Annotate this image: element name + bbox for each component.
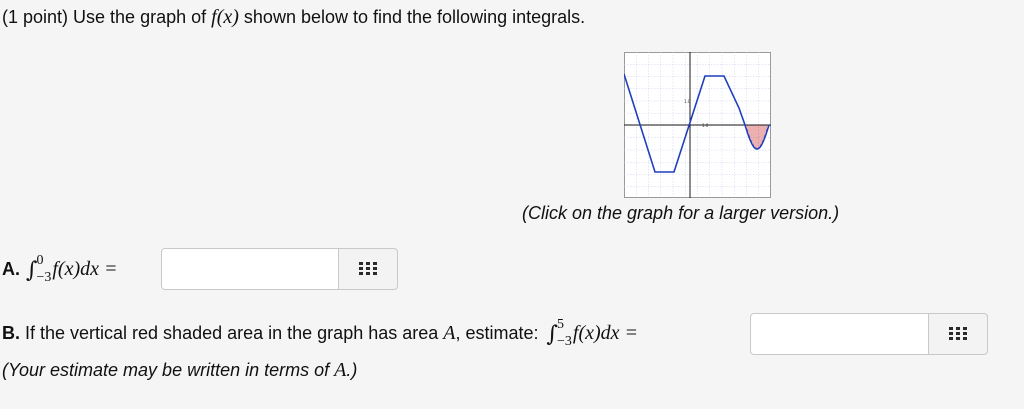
answer-a-input[interactable] [161,248,350,290]
part-a-prompt: A. ∫ 0 −3 f(x)dx = [2,249,118,289]
lower-limit: −3 [36,270,52,285]
graph-tick-label-axis: 1.0 [702,123,709,128]
part-b-label: B. [2,322,20,343]
question-title: (1 point) Use the graph of f(x) shown be… [2,6,585,29]
lower-limit: −3 [556,334,572,349]
part-a-label: A. [2,258,20,279]
question-title-text: (1 point) Use the graph of [2,7,207,27]
answer-b-input[interactable] [750,313,940,355]
part-b-text: If the vertical red shaded area in the g… [25,322,439,343]
answer-b-palette-button[interactable] [928,313,988,355]
part-b-prompt: B. If the vertical red shaded area in th… [2,313,638,353]
estimate-note-close: .) [346,360,358,380]
integral-limits: 0 −3 [36,253,52,285]
question-title-rest: shown below to find the following integr… [243,7,586,27]
upper-limit: 5 [556,317,564,332]
graph-tick-label-upper: 1.0 [684,99,691,104]
integrand: f(x)dx = [572,321,639,344]
graph-thumbnail: 1.0 1.0 [624,52,771,198]
upper-limit: 0 [36,253,44,268]
part-b-text-after: , estimate: [455,322,539,343]
estimate-note-text: (Your estimate may be written in terms o… [2,360,330,380]
grid-palette-icon [359,262,377,275]
estimate-note: (Your estimate may be written in terms o… [2,359,357,382]
estimate-note-symbol: A [334,359,347,381]
answer-a-palette-button[interactable] [338,248,398,290]
integrand: f(x)dx = [52,257,118,280]
graph-caption: (Click on the graph for a larger version… [522,203,840,223]
grid-palette-icon [949,327,967,340]
question-title-function: f(x) [211,6,239,28]
graph-thumbnail-link[interactable]: 1.0 1.0 [624,52,771,198]
part-b-area-symbol: A [443,321,456,344]
integral-limits: 5 −3 [556,317,572,349]
